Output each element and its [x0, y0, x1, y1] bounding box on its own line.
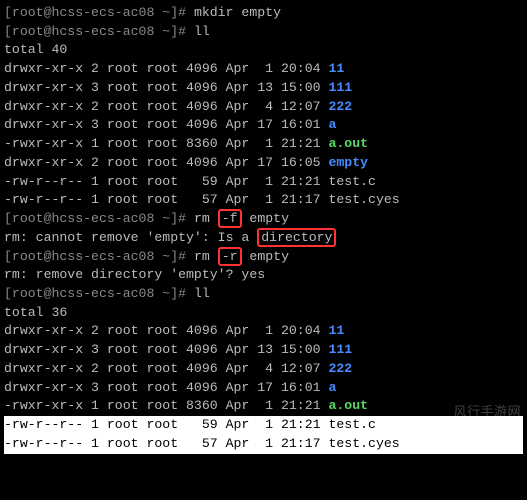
terminal-line: [root@hcss-ecs-ac08 ~]# rm -r empty: [4, 248, 523, 267]
prompt: [root@hcss-ecs-ac08 ~]#: [4, 5, 194, 20]
file-meta: drwxr-xr-x 2 root root 4096 Apr 4 12:07: [4, 361, 328, 376]
file-meta: -rw-r--r-- 1 root root 57 Apr 1 21:17: [4, 436, 328, 451]
file-name: 222: [328, 361, 352, 376]
command-text: ll: [194, 24, 210, 39]
terminal-line: [root@hcss-ecs-ac08 ~]# ll: [4, 23, 523, 42]
file-meta: drwxr-xr-x 3 root root 4096 Apr 17 16:01: [4, 117, 328, 132]
prompt: [root@hcss-ecs-ac08 ~]#: [4, 24, 194, 39]
listing-row: drwxr-xr-x 3 root root 4096 Apr 13 15:00…: [4, 79, 523, 98]
terminal-line: [root@hcss-ecs-ac08 ~]# ll: [4, 285, 523, 304]
total-text: total 40: [4, 42, 67, 57]
terminal-line: total 36: [4, 304, 523, 323]
file-name: test.c: [328, 174, 375, 189]
command-text: rm: [194, 249, 218, 264]
file-name: test.c: [328, 417, 375, 432]
file-meta: drwxr-xr-x 3 root root 4096 Apr 13 15:00: [4, 342, 328, 357]
file-name: a.out: [328, 136, 368, 151]
file-name: empty: [328, 155, 368, 170]
error-text: rm: cannot remove 'empty': Is a: [4, 230, 257, 245]
listing-row: -rwxr-xr-x 1 root root 8360 Apr 1 21:21 …: [4, 135, 523, 154]
highlight-flag-f: -f: [218, 209, 242, 228]
file-meta: drwxr-xr-x 2 root root 4096 Apr 17 16:05: [4, 155, 328, 170]
file-name: 11: [328, 61, 344, 76]
prompt: [root@hcss-ecs-ac08 ~]#: [4, 211, 194, 226]
listing-row: drwxr-xr-x 2 root root 4096 Apr 4 12:07 …: [4, 98, 523, 117]
listing-row: drwxr-xr-x 2 root root 4096 Apr 1 20:04 …: [4, 60, 523, 79]
file-name: a.out: [328, 398, 368, 413]
file-meta: drwxr-xr-x 2 root root 4096 Apr 1 20:04: [4, 61, 328, 76]
total-text: total 36: [4, 305, 67, 320]
terminal-line: rm: cannot remove 'empty': Is a director…: [4, 229, 523, 248]
command-text: empty: [242, 249, 289, 264]
listing-row: -rw-r--r-- 1 root root 57 Apr 1 21:17 te…: [4, 435, 523, 454]
file-name: 11: [328, 323, 344, 338]
file-name: a: [328, 117, 336, 132]
file-meta: -rw-r--r-- 1 root root 59 Apr 1 21:21: [4, 417, 328, 432]
listing-row: drwxr-xr-x 3 root root 4096 Apr 17 16:01…: [4, 116, 523, 135]
listing-row: drwxr-xr-x 2 root root 4096 Apr 4 12:07 …: [4, 360, 523, 379]
file-meta: drwxr-xr-x 3 root root 4096 Apr 13 15:00: [4, 80, 328, 95]
terminal-line: total 40: [4, 41, 523, 60]
file-meta: -rwxr-xr-x 1 root root 8360 Apr 1 21:21: [4, 136, 328, 151]
listing-row: -rw-r--r-- 1 root root 57 Apr 1 21:17 te…: [4, 191, 523, 210]
file-name: test.cyes: [328, 436, 399, 451]
file-meta: drwxr-xr-x 2 root root 4096 Apr 4 12:07: [4, 99, 328, 114]
command-text: ll: [194, 286, 210, 301]
listing-block: drwxr-xr-x 2 root root 4096 Apr 1 20:04 …: [4, 322, 523, 453]
watermark-text: 风行手游网: [453, 403, 521, 421]
command-text: empty: [242, 211, 289, 226]
command-text: mkdir empty: [194, 5, 281, 20]
file-name: 222: [328, 99, 352, 114]
file-meta: drwxr-xr-x 2 root root 4096 Apr 1 20:04: [4, 323, 328, 338]
command-text: rm: [194, 211, 218, 226]
highlight-directory-word: directory: [257, 228, 336, 247]
file-name: test.cyes: [328, 192, 399, 207]
file-meta: drwxr-xr-x 3 root root 4096 Apr 17 16:01: [4, 380, 328, 395]
listing-row: -rw-r--r-- 1 root root 59 Apr 1 21:21 te…: [4, 173, 523, 192]
listing-row: -rwxr-xr-x 1 root root 8360 Apr 1 21:21 …: [4, 397, 523, 416]
terminal-line: rm: remove directory 'empty'? yes: [4, 266, 523, 285]
terminal-line: [root@hcss-ecs-ac08 ~]# rm -f empty: [4, 210, 523, 229]
listing-row: drwxr-xr-x 3 root root 4096 Apr 17 16:01…: [4, 379, 523, 398]
prompt: [root@hcss-ecs-ac08 ~]#: [4, 286, 194, 301]
rm-confirmation: rm: remove directory 'empty'? yes: [4, 267, 265, 282]
listing-row: -rw-r--r-- 1 root root 59 Apr 1 21:21 te…: [4, 416, 523, 435]
terminal[interactable]: [root@hcss-ecs-ac08 ~]# mkdir empty [roo…: [4, 4, 523, 454]
listing-row: drwxr-xr-x 3 root root 4096 Apr 13 15:00…: [4, 341, 523, 360]
file-name: a: [328, 380, 336, 395]
listing-block: drwxr-xr-x 2 root root 4096 Apr 1 20:04 …: [4, 60, 523, 210]
file-name: 111: [328, 342, 352, 357]
file-meta: -rwxr-xr-x 1 root root 8360 Apr 1 21:21: [4, 398, 328, 413]
file-meta: -rw-r--r-- 1 root root 57 Apr 1 21:17: [4, 192, 328, 207]
listing-row: drwxr-xr-x 2 root root 4096 Apr 1 20:04 …: [4, 322, 523, 341]
file-name: 111: [328, 80, 352, 95]
file-meta: -rw-r--r-- 1 root root 59 Apr 1 21:21: [4, 174, 328, 189]
prompt: [root@hcss-ecs-ac08 ~]#: [4, 249, 194, 264]
listing-row: drwxr-xr-x 2 root root 4096 Apr 17 16:05…: [4, 154, 523, 173]
terminal-line: [root@hcss-ecs-ac08 ~]# mkdir empty: [4, 4, 523, 23]
highlight-flag-r: -r: [218, 247, 242, 266]
